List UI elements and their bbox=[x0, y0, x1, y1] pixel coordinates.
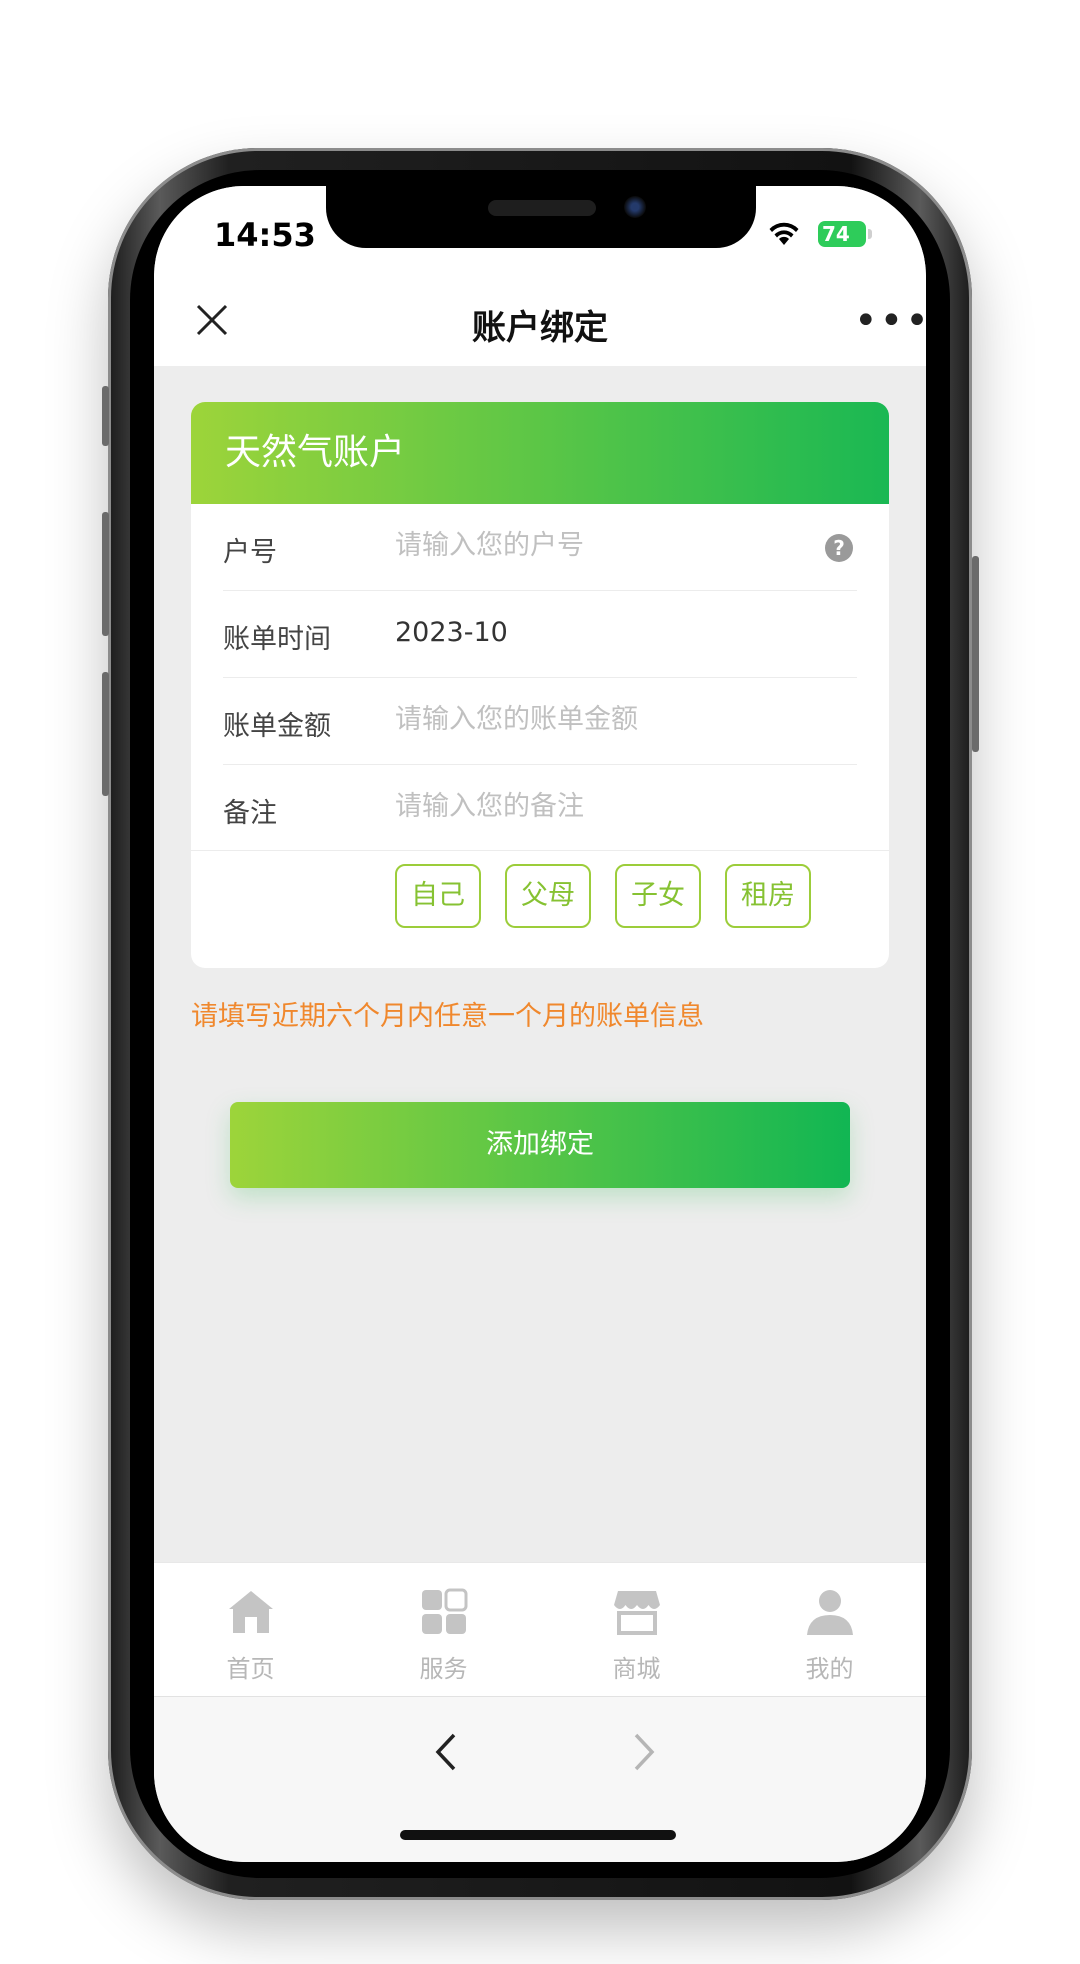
more-options-icon[interactable]: ••• bbox=[854, 301, 926, 341]
power-button bbox=[972, 556, 979, 752]
account-card: 天然气账户 户号 ? 账单时间 2023-10 账单金额 备注 自己 父母 子女… bbox=[191, 402, 889, 968]
status-time: 14:53 bbox=[214, 216, 316, 254]
remark-input[interactable] bbox=[395, 791, 815, 822]
account-number-label: 户号 bbox=[223, 537, 277, 568]
tab-home[interactable]: 首页 bbox=[154, 1563, 347, 1697]
forward-arrow-icon[interactable] bbox=[624, 1727, 664, 1777]
store-icon bbox=[614, 1591, 660, 1635]
volume-up-button bbox=[102, 512, 109, 636]
battery-indicator: 74 bbox=[818, 221, 866, 247]
bill-amount-label: 账单金额 bbox=[223, 711, 331, 742]
navigation-bar: 账户绑定 ••• bbox=[154, 276, 926, 366]
help-icon[interactable]: ? bbox=[825, 534, 853, 562]
add-binding-button[interactable]: 添加绑定 bbox=[230, 1102, 850, 1188]
mute-switch bbox=[102, 386, 109, 446]
bill-amount-input[interactable] bbox=[395, 704, 815, 735]
notice-text: 请填写近期六个月内任意一个月的账单信息 bbox=[191, 1001, 704, 1032]
chip-parents[interactable]: 父母 bbox=[505, 864, 591, 928]
volume-down-button bbox=[102, 672, 109, 796]
front-camera bbox=[624, 196, 646, 218]
chip-self[interactable]: 自己 bbox=[395, 864, 481, 928]
home-indicator[interactable] bbox=[400, 1830, 676, 1840]
bill-amount-row: 账单金额 bbox=[223, 678, 857, 765]
tab-home-label: 首页 bbox=[226, 1655, 275, 1683]
phone-screen: 14:53 74 账户绑定 ••• 天然气账户 户号 ? 账单时间 bbox=[154, 186, 926, 1862]
bill-date-value[interactable]: 2023-10 bbox=[395, 617, 815, 648]
speaker bbox=[488, 200, 596, 216]
account-number-row: 户号 ? bbox=[223, 504, 857, 591]
tab-bar: 首页 服务 商城 我的 bbox=[154, 1562, 926, 1697]
tab-mine[interactable]: 我的 bbox=[733, 1563, 926, 1697]
user-icon bbox=[807, 1590, 853, 1635]
tab-services-label: 服务 bbox=[419, 1655, 468, 1683]
bill-date-row[interactable]: 账单时间 2023-10 bbox=[223, 591, 857, 678]
card-title: 天然气账户 bbox=[191, 402, 889, 504]
account-number-input[interactable] bbox=[395, 530, 815, 561]
battery-tip bbox=[868, 229, 872, 239]
tab-mall[interactable]: 商城 bbox=[540, 1563, 733, 1697]
wifi-icon bbox=[769, 222, 799, 245]
battery-level: 74 bbox=[822, 222, 850, 246]
tab-services[interactable]: 服务 bbox=[347, 1563, 540, 1697]
notch bbox=[326, 186, 756, 248]
remark-chips: 自己 父母 子女 租房 bbox=[395, 864, 811, 928]
chip-rental[interactable]: 租房 bbox=[725, 864, 811, 928]
back-arrow-icon[interactable] bbox=[426, 1727, 466, 1777]
remark-label: 备注 bbox=[223, 798, 277, 829]
home-icon bbox=[229, 1591, 273, 1633]
tab-mine-label: 我的 bbox=[805, 1655, 854, 1683]
grid-icon bbox=[422, 1588, 468, 1634]
tab-mall-label: 商城 bbox=[612, 1655, 661, 1683]
page-title: 账户绑定 bbox=[472, 308, 608, 348]
bill-date-label: 账单时间 bbox=[223, 624, 331, 655]
chip-children[interactable]: 子女 bbox=[615, 864, 701, 928]
remark-row: 备注 bbox=[191, 765, 889, 851]
